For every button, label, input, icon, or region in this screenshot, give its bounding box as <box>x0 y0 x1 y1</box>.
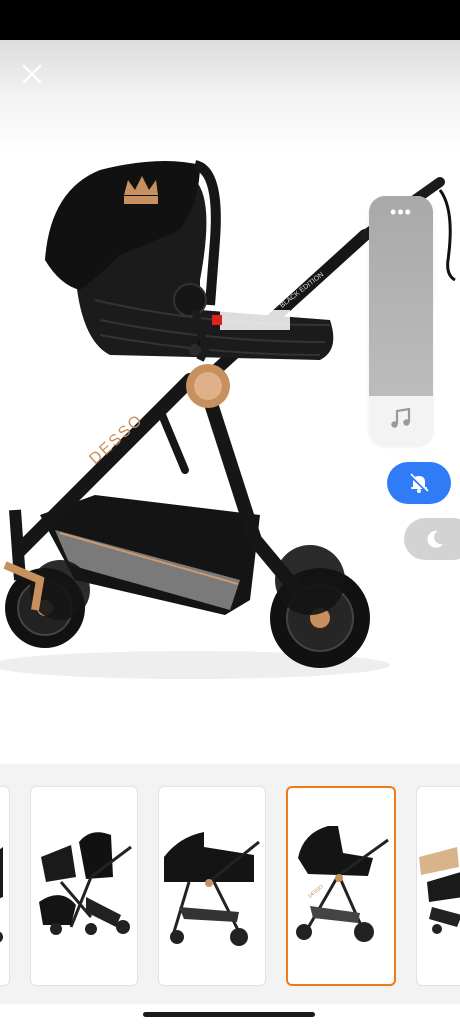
volume-slider[interactable] <box>369 196 433 396</box>
moon-icon <box>427 530 443 548</box>
rear-wheel <box>270 545 370 668</box>
volume-panel[interactable]: ••• <box>369 196 433 446</box>
music-note-icon[interactable] <box>387 404 415 432</box>
thumbnail-strip[interactable]: DESSO <box>0 764 460 1004</box>
thumbnail-stroller-carseat[interactable]: DESSO <box>286 786 396 986</box>
more-dots-icon[interactable]: ••• <box>369 203 433 221</box>
close-button[interactable] <box>16 58 48 90</box>
close-icon <box>22 64 42 84</box>
thumbnail-partial-right[interactable] <box>416 786 460 986</box>
svg-text:DESSO: DESSO <box>307 884 324 900</box>
home-indicator[interactable] <box>143 1012 315 1017</box>
infant-car-seat: BLACK EDITION <box>45 160 334 362</box>
thumbnail-stroller-bassinet[interactable] <box>158 786 266 986</box>
status-bar <box>0 0 460 40</box>
thumbnail-partial-left[interactable] <box>0 786 10 986</box>
mute-toggle-button[interactable] <box>387 462 451 504</box>
product-image-viewer: DESSO BLACK EDITION ••• DESSO <box>0 0 460 1024</box>
thumbnail-stroller-set[interactable] <box>30 786 138 986</box>
bell-slash-icon <box>408 473 430 494</box>
seat-edition-label: BLACK EDITION <box>279 271 325 309</box>
do-not-disturb-button[interactable] <box>404 518 460 560</box>
